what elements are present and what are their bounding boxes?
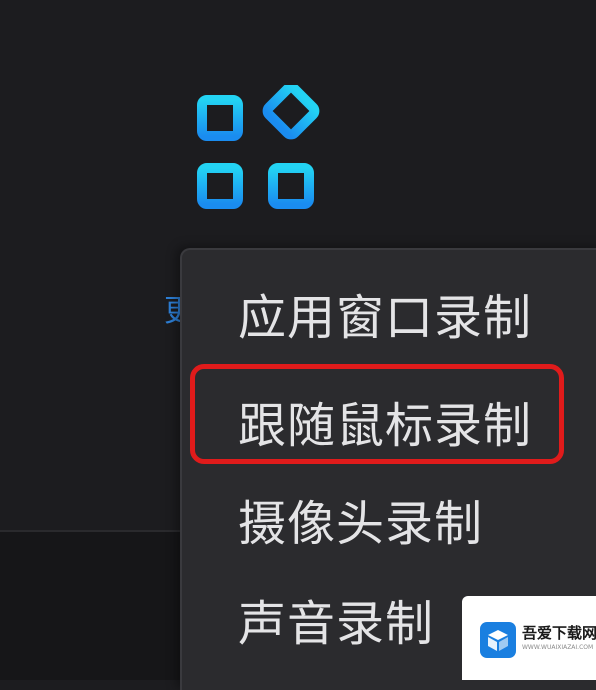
menu-item-follow-mouse-record[interactable]: 跟随鼠标录制 [182,376,596,476]
menu-item-app-window-record[interactable]: 应用窗口录制 [182,268,596,368]
box-logo-icon [480,622,516,658]
watermark-title: 吾爱下载网 [522,624,596,642]
watermark-subtitle: WWW.WUAIXIAZAI.COM [522,644,594,651]
menu-item-label: 应用窗口录制 [238,290,533,346]
menu-item-camera-record[interactable]: 摄像头录制 [182,474,596,574]
menu-item-label: 声音录制 [238,596,435,652]
menu-item-label: 摄像头录制 [238,496,484,552]
menu-item-label: 跟随鼠标录制 [238,398,533,454]
apps-grid-icon[interactable] [190,85,330,220]
watermark: 吾爱下载网 WWW.WUAIXIAZAI.COM [462,596,596,680]
